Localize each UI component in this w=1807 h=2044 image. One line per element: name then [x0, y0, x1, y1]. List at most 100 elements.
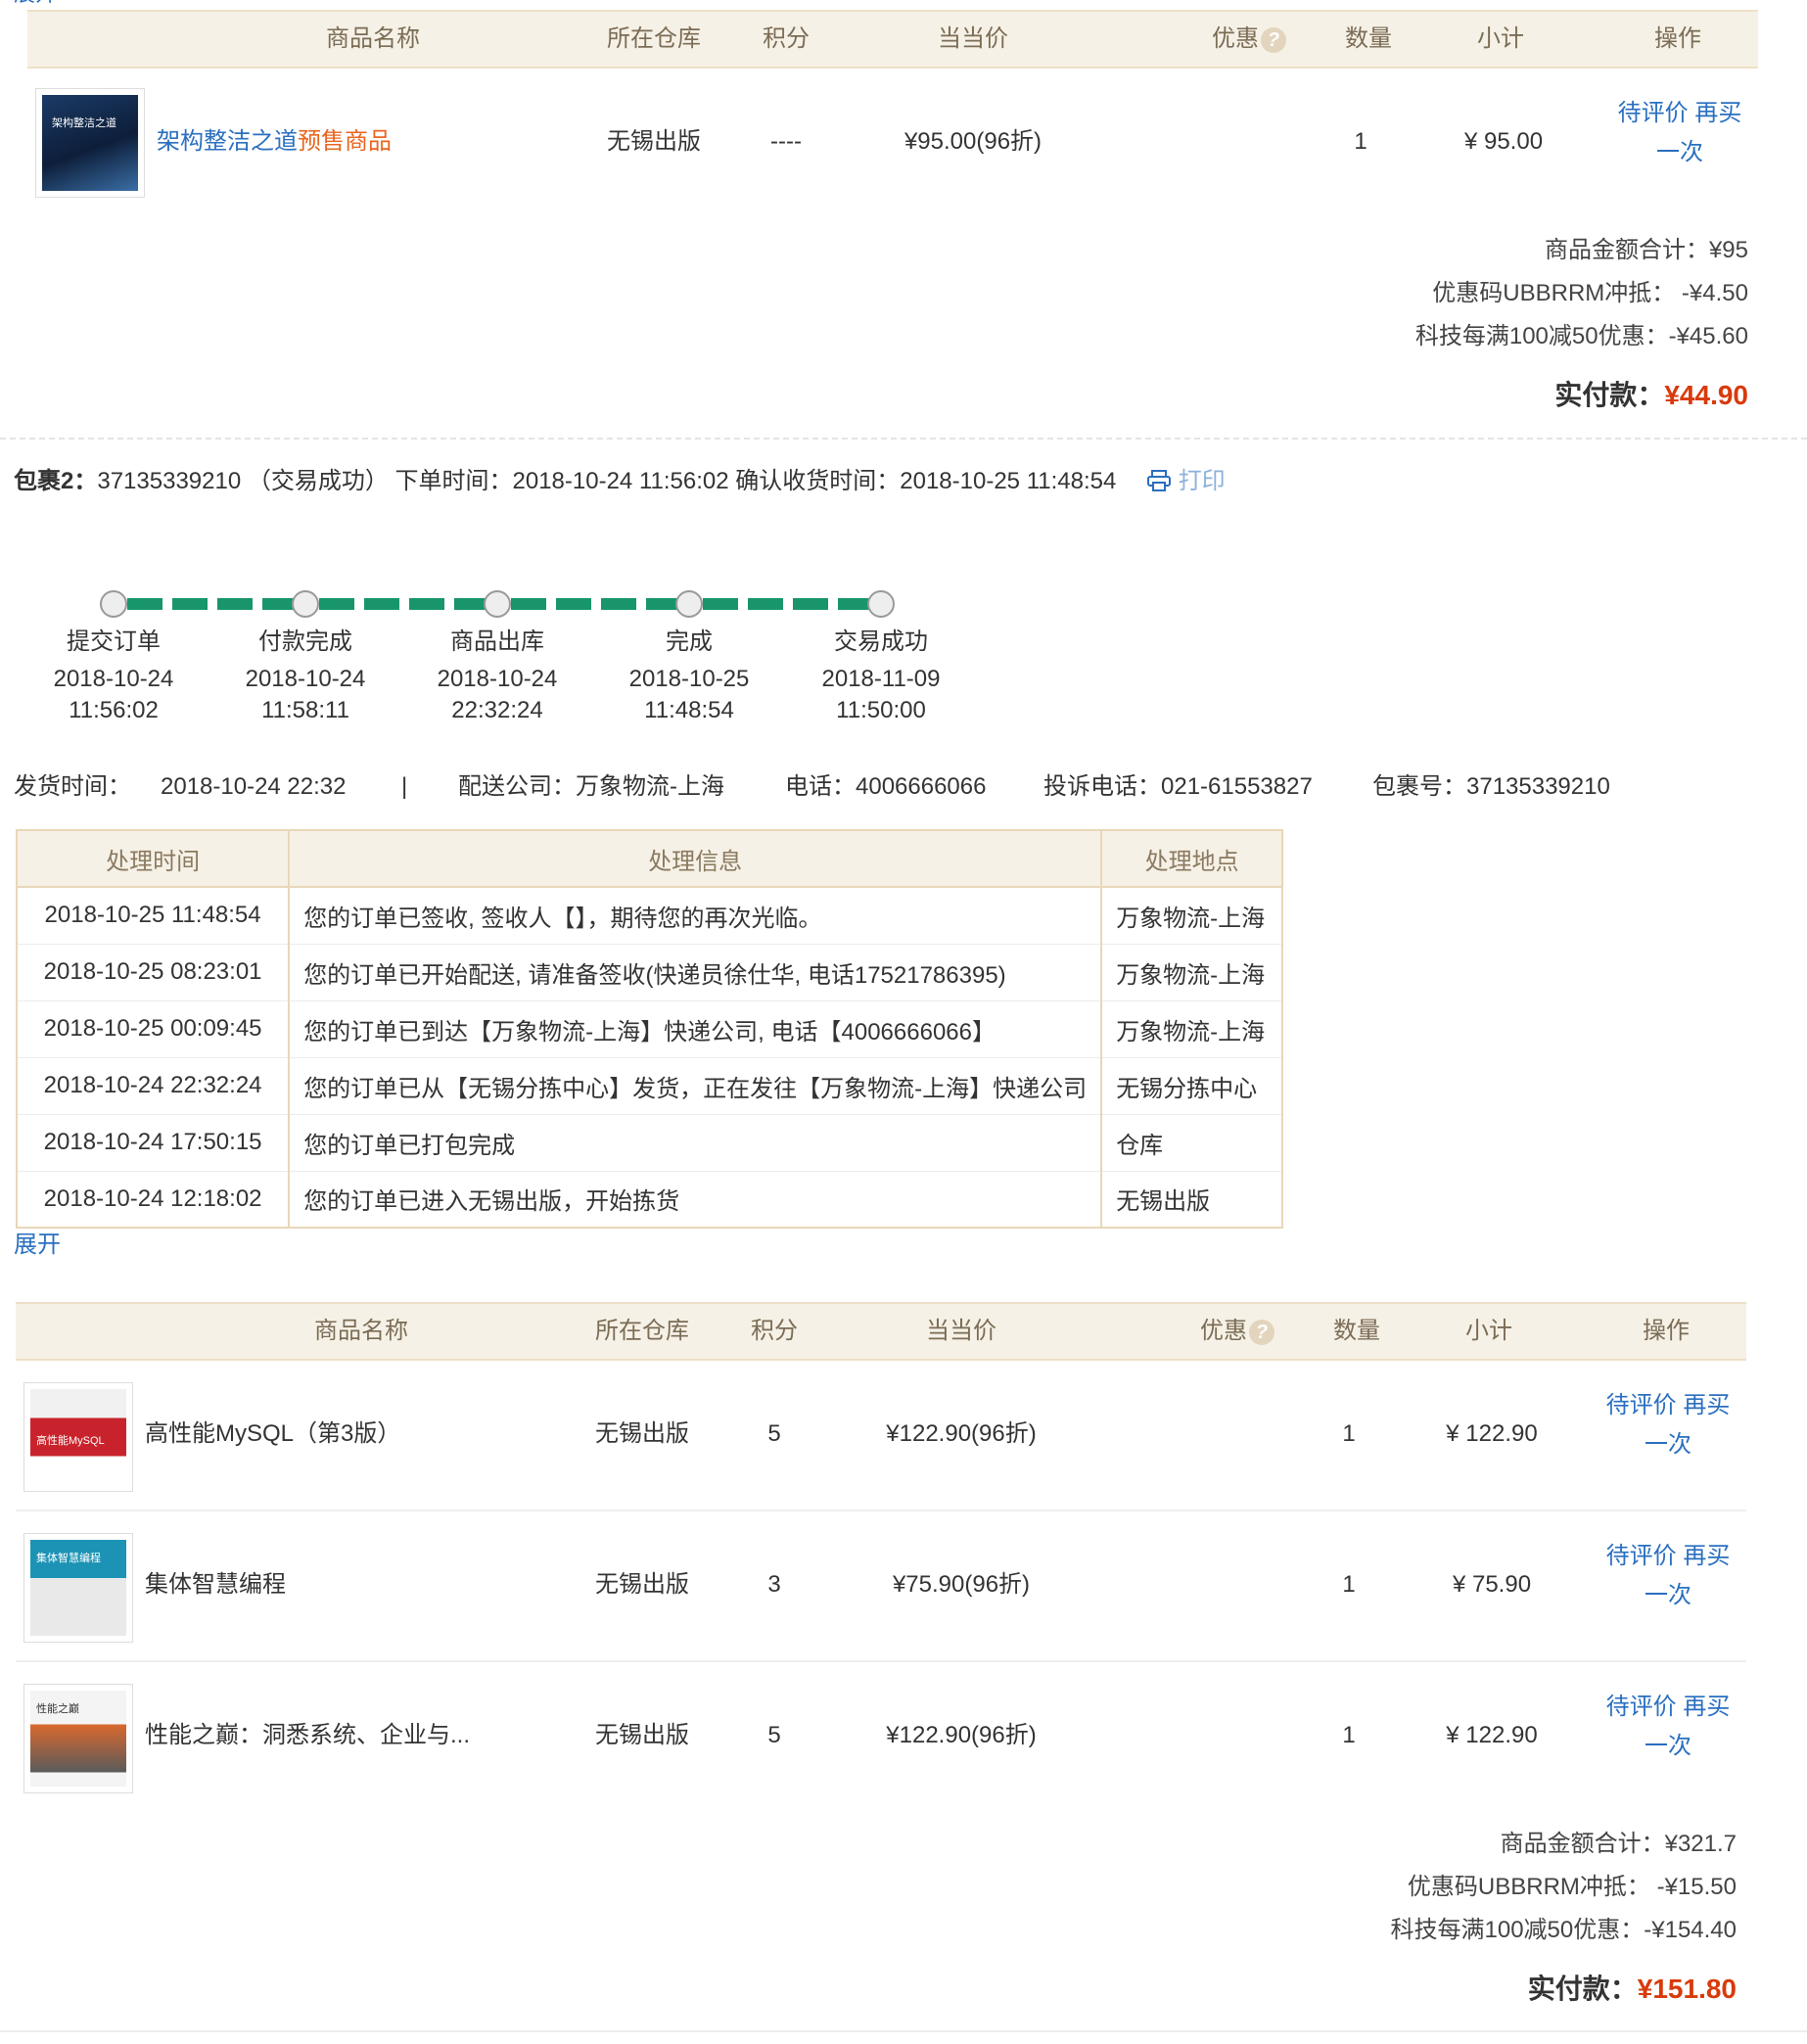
help-icon[interactable]: ? [1261, 26, 1286, 53]
progress-segment [511, 598, 546, 610]
warehouse: 无锡出版 [595, 1420, 689, 1447]
top-expand-link[interactable]: 展开 [14, 0, 57, 6]
price: ¥122.90(96折) [886, 1420, 1037, 1447]
buy-again-link[interactable]: 再买 [1683, 1392, 1730, 1418]
book-cover[interactable]: 高性能MySQL [23, 1382, 133, 1492]
subtotal: ¥ 122.90 [1446, 1722, 1538, 1748]
printer-icon [1147, 470, 1172, 491]
buy-again-link-cont[interactable]: 一次 [1645, 1582, 1691, 1608]
log-info: 您的订单已到达【万象物流-上海】快递公司, 电话【4006666066】 [289, 1000, 1103, 1058]
points: ---- [770, 128, 802, 155]
step-name: 完成 [666, 628, 713, 655]
product-name[interactable]: 架构整洁之道 [157, 128, 298, 155]
table-row: 2018-10-24 22:32:24 您的订单已从【无锡分拣中心】发货，正在发往… [17, 1057, 1283, 1115]
print-button[interactable]: 打印 [1146, 468, 1226, 494]
table-row: 性能之巅 性能之巅：洞悉系统、企业与... 无锡出版 5 ¥122.90(96折… [16, 1662, 1746, 1813]
amount-paid-label: 实付款： [1527, 1974, 1638, 2004]
package1-summary: 商品金额合计：¥95 优惠码UBBRRM冲抵： -¥4.50 科技每满100减5… [0, 233, 1748, 429]
log-place: 无锡出版 [1101, 1171, 1283, 1229]
product-name-link[interactable]: 架构整洁之道预售商品 [157, 69, 392, 215]
logistics-table: 处理时间 处理信息 处理地点 2018-10-25 11:48:54 您的订单已签… [15, 829, 1283, 1229]
col-product-name: 商品名称 [326, 25, 420, 52]
log-info: 您的订单已签收, 签收人【】，期待您的再次光临。 [289, 887, 1103, 945]
log-info: 您的订单已开始配送, 请准备签收(快递员徐仕华, 电话17521786395) [289, 944, 1103, 1001]
points: 5 [767, 1420, 781, 1447]
buy-again-link-cont[interactable]: 一次 [1645, 1431, 1691, 1458]
col-product-name: 商品名称 [314, 1318, 408, 1344]
coupon-deduction: 优惠码UBBRRM冲抵： -¥15.50 [1407, 1874, 1737, 1900]
print-label[interactable]: 打印 [1179, 468, 1226, 494]
buy-again-link-cont[interactable]: 一次 [1645, 1733, 1691, 1759]
progress-segment [172, 598, 208, 610]
product-name-link[interactable]: 高性能MySQL（第3版） [145, 1361, 400, 1508]
step-dot [484, 590, 511, 618]
package-label: 包裹2： [14, 468, 98, 494]
package2-header: 包裹2：37135339210 （交易成功） 下单时间：2018-10-24 1… [14, 464, 1226, 499]
quantity: 1 [1342, 1722, 1356, 1748]
buy-again-link-cont[interactable]: 一次 [1656, 139, 1703, 165]
col-price: 当当价 [938, 25, 1008, 52]
promo-deduction: 科技每满100减50优惠：-¥154.40 [1390, 1917, 1737, 1943]
coupon-deduction: 优惠码UBBRRM冲抵： -¥4.50 [1432, 280, 1748, 306]
log-time: 2018-10-24 22:32:24 [17, 1057, 291, 1115]
book-cover-title: 架构整洁之道 [52, 117, 116, 129]
package1-table-header: 商品名称 所在仓库 积分 当当价 优惠? 数量 小计 操作 [27, 10, 1758, 69]
col-process-place: 处理地点 [1100, 829, 1283, 888]
subtotal: ¥ 95.00 [1463, 128, 1544, 155]
progress-segment [601, 598, 636, 610]
product-name-link[interactable]: 集体智慧编程 [145, 1511, 286, 1658]
col-actions: 操作 [1643, 1318, 1690, 1344]
progress-segment [364, 598, 399, 610]
amount-paid: 实付款：¥44.90 [1554, 376, 1748, 415]
col-discount-label: 优惠 [1212, 25, 1259, 52]
table-row: 2018-10-25 08:23:01 您的订单已开始配送, 请准备签收(快递员徐… [17, 944, 1283, 1001]
product-name-link[interactable]: 性能之巅：洞悉系统、企业与... [145, 1662, 470, 1809]
review-link[interactable]: 待评价 [1606, 1543, 1677, 1569]
price: ¥75.90(96折) [892, 1571, 1031, 1598]
table-row: 2018-10-25 00:09:45 您的订单已到达【万象物流-上海】快递公司,… [17, 1000, 1283, 1058]
book-cover[interactable]: 性能之巅 [23, 1684, 133, 1793]
log-time: 2018-10-25 08:23:01 [17, 944, 291, 1001]
step-time: 11:56:02 [69, 697, 159, 723]
warehouse: 无锡出版 [595, 1571, 689, 1598]
step-date: 2018-10-24 [53, 666, 174, 692]
warehouse: 无锡出版 [607, 128, 701, 155]
buy-again-link[interactable]: 再买 [1683, 1543, 1730, 1569]
divider [0, 438, 1807, 440]
quantity: 1 [1354, 128, 1367, 155]
log-place: 无锡分拣中心 [1101, 1057, 1283, 1115]
col-actions: 操作 [1654, 25, 1701, 52]
col-warehouse: 所在仓库 [595, 1318, 689, 1344]
book-cover[interactable]: 集体智慧编程 [23, 1533, 133, 1643]
ship-time-label: 发货时间： [14, 773, 131, 800]
expand-link[interactable]: 展开 [14, 1230, 61, 1261]
amount-paid-value: ¥44.90 [1664, 380, 1748, 410]
table-row: 2018-10-24 12:18:02 您的订单已进入无锡出版，开始拣货 无锡出版 [17, 1171, 1283, 1229]
review-link[interactable]: 待评价 [1606, 1392, 1677, 1418]
step-name: 提交订单 [67, 628, 161, 655]
col-process-time: 处理时间 [15, 829, 291, 888]
step-time: 11:48:54 [644, 697, 734, 723]
carrier-phone: 电话：4006666066 [785, 773, 987, 800]
row-actions: 待评价 再买 一次 [1599, 1386, 1737, 1464]
row-actions: 待评价 再买 一次 [1611, 94, 1748, 172]
step-name: 付款完成 [258, 628, 352, 655]
progress-segment [319, 598, 354, 610]
review-link[interactable]: 待评价 [1618, 100, 1689, 126]
buy-again-link[interactable]: 再买 [1683, 1694, 1730, 1720]
help-icon[interactable]: ? [1249, 1319, 1274, 1345]
book-cover-title: 高性能MySQL [36, 1435, 105, 1447]
buy-again-link[interactable]: 再买 [1694, 100, 1741, 126]
progress-segment [556, 598, 591, 610]
step-dot [100, 590, 127, 618]
col-discount: 优惠? [1212, 12, 1286, 67]
book-cover[interactable]: 架构整洁之道 [35, 88, 145, 198]
row-actions: 待评价 再买 一次 [1599, 1688, 1737, 1766]
table-row: 集体智慧编程 集体智慧编程 无锡出版 3 ¥75.90(96折) 1 ¥ 75.… [16, 1511, 1746, 1662]
step-date: 2018-10-25 [628, 666, 750, 692]
review-link[interactable]: 待评价 [1606, 1694, 1677, 1720]
goods-total: 商品金额合计：¥95 [1544, 237, 1748, 263]
step-name: 交易成功 [834, 628, 928, 655]
step-time: 22:32:24 [451, 697, 543, 723]
book-cover-title: 性能之巅 [36, 1703, 79, 1715]
